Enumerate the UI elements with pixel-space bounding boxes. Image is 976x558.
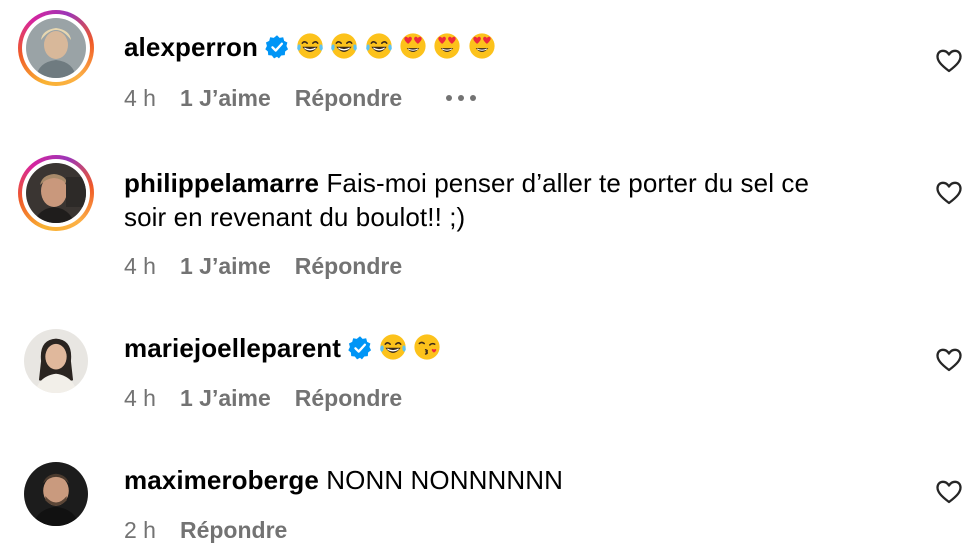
comment-meta: 4 h 1 J’aime Répondre: [124, 83, 477, 113]
comment-line: mariejoelleparent: [124, 331, 904, 369]
comment-line: maximeroberge NONN NONNNNNN: [124, 463, 904, 497]
avatar[interactable]: [26, 163, 86, 223]
avatar-story-ring[interactable]: [18, 155, 94, 231]
comment-meta: 2 h Répondre: [124, 515, 287, 545]
joy-emoji-icon: [365, 33, 392, 59]
heart-eyes-emoji-icon: [400, 33, 426, 59]
more-dots-icon[interactable]: [446, 95, 477, 101]
likes-count[interactable]: 1 J’aime: [180, 85, 271, 112]
heart-eyes-emoji-icon: [468, 33, 495, 59]
likes-count[interactable]: 1 J’aime: [180, 385, 271, 412]
username[interactable]: mariejoelleparent: [124, 333, 341, 363]
comment-time[interactable]: 4 h: [124, 385, 156, 412]
avatar-image: [24, 329, 88, 393]
reply-button[interactable]: Répondre: [295, 253, 402, 280]
comment-time[interactable]: 2 h: [124, 517, 156, 544]
comment-line: philippelamarre Fais-moi penser d’aller …: [124, 166, 904, 200]
avatar[interactable]: [18, 456, 94, 532]
likes-count[interactable]: 1 J’aime: [180, 253, 271, 280]
joy-emoji-icon: [380, 334, 406, 360]
username[interactable]: philippelamarre: [124, 168, 319, 198]
like-heart-icon[interactable]: [936, 348, 962, 372]
username[interactable]: maximeroberge: [124, 465, 319, 495]
username[interactable]: alexperron: [124, 32, 258, 62]
comment-text: Fais-moi penser d’aller te porter du sel…: [326, 168, 810, 198]
avatar-image: [24, 462, 88, 526]
joy-emoji-icon: [297, 33, 323, 59]
comment-line: soir en revenant du boulot!! ;): [124, 200, 904, 234]
joy-emoji-icon: [331, 33, 358, 59]
comment-meta: 4 h 1 J’aime Répondre: [124, 383, 402, 413]
like-heart-icon[interactable]: [936, 480, 962, 504]
comment-time[interactable]: 4 h: [124, 253, 156, 280]
reply-button[interactable]: Répondre: [295, 85, 402, 112]
reply-button[interactable]: Répondre: [180, 517, 287, 544]
comment-line: alexperron: [124, 30, 904, 68]
verified-badge-icon: [348, 336, 372, 360]
heart-eyes-emoji-icon: [434, 33, 460, 59]
comment-text: soir en revenant du boulot!! ;): [124, 202, 466, 232]
kiss-emoji-icon: [414, 334, 440, 360]
verified-badge-icon: [265, 35, 289, 59]
avatar-story-ring[interactable]: [18, 10, 94, 86]
emoji-run: [379, 333, 440, 369]
comment-meta: 4 h 1 J’aime Répondre: [124, 251, 402, 281]
avatar[interactable]: [18, 323, 94, 399]
reply-button[interactable]: Répondre: [295, 385, 402, 412]
comment-time[interactable]: 4 h: [124, 85, 156, 112]
comment-text: NONN NONNNNNN: [326, 465, 564, 495]
like-heart-icon[interactable]: [936, 49, 962, 73]
avatar[interactable]: [26, 18, 86, 78]
emoji-run: [296, 32, 495, 68]
like-heart-icon[interactable]: [936, 181, 962, 205]
